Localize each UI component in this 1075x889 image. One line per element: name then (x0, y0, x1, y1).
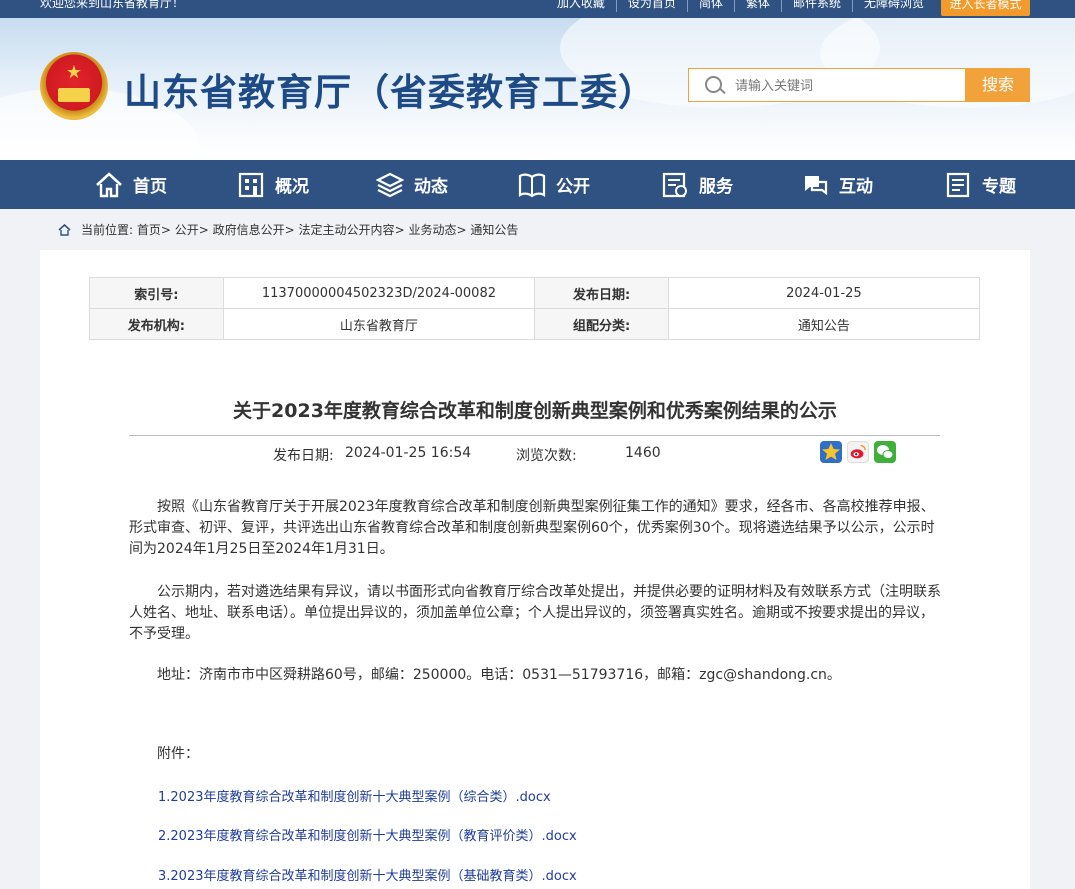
nav-item-overview[interactable]: 概况 (237, 160, 309, 209)
views-value: 1460 (625, 445, 661, 461)
breadcrumb-link[interactable]: 公开 (175, 221, 199, 238)
site-header: ★ 山东省教育厅（省委教育工委） 搜索 (0, 18, 1075, 160)
index-label: 索引号: (89, 277, 224, 309)
attachment-link[interactable]: 1.2023年度教育综合改革和制度创新十大典型案例（综合类）.docx (158, 786, 551, 805)
breadcrumb-link[interactable]: 政府信息公开 (213, 221, 285, 238)
search-box (688, 68, 966, 102)
chat-icon (805, 175, 828, 195)
national-emblem-logo[interactable]: ★ (40, 52, 108, 120)
nav-item-interaction[interactable]: 互动 (801, 160, 873, 209)
search-button[interactable]: 搜索 (966, 68, 1030, 102)
org-value: 山东省教育厅 (222, 308, 536, 340)
org-label: 发布机构: (89, 308, 224, 340)
nav-item-news[interactable]: 动态 (376, 160, 448, 209)
breadcrumb-prefix: 当前位置: (81, 223, 134, 237)
weibo-share-icon[interactable] (847, 441, 869, 463)
main-nav: 首页 概况 动态 公开 服务 互动 专题 (0, 160, 1075, 209)
search-input[interactable] (733, 75, 957, 97)
building-icon (238, 172, 264, 197)
breadcrumb-link[interactable]: 法定主动公开内容 (299, 221, 395, 238)
nav-item-service[interactable]: 服务 (661, 160, 733, 209)
attachments-heading: 附件： (157, 746, 199, 762)
top-links: 加入收藏 设为首页 简体 繁体 邮件系统 无障碍浏览 (546, 0, 935, 12)
attachment-link[interactable]: 2.2023年度教育综合改革和制度创新十大典型案例（教育评价类）.docx (158, 825, 577, 844)
title-divider (129, 435, 940, 436)
breadcrumb-link[interactable]: 首页 (137, 221, 161, 238)
content-panel: 索引号: 11370000004502323D/2024-00082 发布日期:… (40, 250, 1030, 889)
nav-label: 互动 (839, 177, 873, 197)
nav-label: 概况 (275, 177, 309, 197)
nav-item-public[interactable]: 公开 (518, 160, 590, 209)
paragraph-address: 地址：济南市市中区舜耕路60号，邮编：250000。电话：0531—517937… (157, 667, 841, 683)
nav-label: 服务 (699, 177, 733, 197)
search-icon (705, 76, 722, 93)
article-title: 关于2023年度教育综合改革和制度创新典型案例和优秀案例结果的公示 (233, 400, 837, 422)
publish-label: 发布日期: (273, 448, 334, 464)
breadcrumb: 当前位置: 首页 > 公开 > 政府信息公开 > 法定主动公开内容 > 业务动态 > 通知… (58, 221, 518, 238)
wechat-share-icon[interactable] (874, 441, 896, 463)
mail-system-link[interactable]: 邮件系统 (782, 0, 853, 12)
nav-label: 专题 (982, 177, 1016, 197)
welcome-text: 欢迎您来到山东省教育厅！ (40, 0, 185, 10)
elder-mode-button[interactable]: 进入长者模式 (941, 0, 1030, 16)
home-icon (96, 171, 122, 197)
attachment-link[interactable]: 3.2023年度教育综合改革和制度创新十大典型案例（基础教育类）.docx (158, 865, 577, 884)
site-title[interactable]: 山东省教育厅（省委教育工委） (124, 62, 656, 116)
home-icon (58, 223, 71, 236)
document-icon (946, 172, 970, 197)
top-bar: 欢迎您来到山东省教育厅！ 加入收藏 设为首页 简体 繁体 邮件系统 无障碍浏览 … (0, 0, 1075, 18)
nav-item-home[interactable]: 首页 (95, 160, 167, 209)
views-label: 浏览次数: (516, 448, 577, 464)
nav-label: 首页 (133, 177, 167, 197)
metadata-table: 索引号: 11370000004502323D/2024-00082 发布日期:… (89, 277, 981, 340)
layers-icon (376, 172, 404, 197)
nav-label: 动态 (414, 177, 448, 197)
breadcrumb-link[interactable]: 通知公告 (470, 221, 518, 238)
date-value: 2024-01-25 (667, 277, 981, 309)
set-homepage-link[interactable]: 设为首页 (617, 0, 688, 12)
category-label: 组配分类: (534, 308, 669, 340)
nav-label: 公开 (556, 177, 590, 197)
index-value: 11370000004502323D/2024-00082 (222, 277, 536, 309)
qzone-share-icon[interactable] (820, 441, 842, 463)
book-icon (518, 173, 546, 197)
paragraph: 按照《山东省教育厅关于开展2023年度教育综合改革和制度创新典型案例征集工作的通… (129, 499, 935, 557)
breadcrumb-link[interactable]: 业务动态 (408, 221, 456, 238)
service-icon (662, 172, 687, 197)
accessibility-link[interactable]: 无障碍浏览 (853, 0, 935, 12)
publish-value: 2024-01-25 16:54 (345, 445, 472, 461)
category-value: 通知公告 (667, 308, 981, 340)
date-label: 发布日期: (534, 277, 669, 309)
traditional-link[interactable]: 繁体 (735, 0, 782, 12)
paragraph: 公示期内，若对遴选结果有异议，请以书面形式向省教育厅综合改革处提出，并提供必要的… (129, 584, 941, 642)
nav-item-topics[interactable]: 专题 (944, 160, 1016, 209)
add-favorite-link[interactable]: 加入收藏 (546, 0, 617, 12)
simplified-link[interactable]: 简体 (688, 0, 735, 12)
